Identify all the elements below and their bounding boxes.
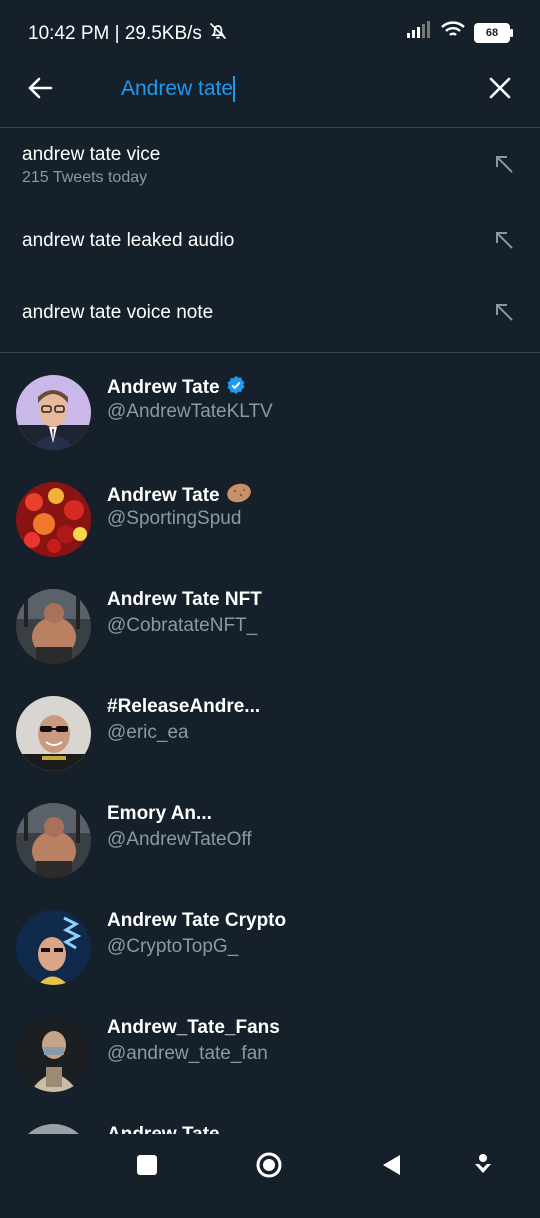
circle-home-icon [255, 1151, 283, 1184]
user-name-text: Andrew Tate NFT [107, 589, 262, 610]
arrow-left-icon [27, 76, 53, 105]
suggestions-divider [0, 352, 540, 353]
recents-button[interactable] [132, 1152, 162, 1182]
user-name: Andrew Tate Crypto [107, 910, 286, 932]
user-result-row[interactable]: Andrew Tate NFT @CobratateNFT_ [0, 576, 540, 683]
user-name: Emory An... [107, 803, 212, 825]
search-input[interactable] [121, 72, 461, 106]
avatar[interactable] [16, 1017, 91, 1092]
avatar[interactable] [16, 375, 91, 450]
suggestion-label: andrew tate vice [22, 144, 161, 165]
user-handle: @CryptoTopG_ [107, 936, 239, 957]
user-result-row[interactable]: Andrew Tate @SportingSpud [0, 469, 540, 576]
suggestion-item[interactable]: andrew tate vice 215 Tweets today [0, 130, 540, 202]
triangle-back-icon [380, 1153, 402, 1182]
back-nav-button[interactable] [376, 1152, 406, 1182]
user-name-text: Andrew Tate Crypto [107, 910, 287, 931]
battery-indicator: 68 [474, 22, 513, 43]
user-name: Andrew Tate NFT [107, 589, 262, 611]
user-name-text: Emory An... [107, 803, 212, 824]
status-time-speed: 10:42 PM | 29.5KB/s [28, 21, 228, 47]
close-icon [488, 76, 512, 105]
user-name: Andrew_Tate_Fans [107, 1017, 280, 1039]
suggestion-label: andrew tate voice note [22, 302, 214, 323]
bell-muted-icon [208, 21, 228, 47]
user-result-row[interactable]: Emory An... @AndrewTateOff [0, 790, 540, 897]
user-handle: @SportingSpud [107, 508, 242, 529]
avatar[interactable] [16, 910, 91, 985]
download-person-icon [472, 1153, 494, 1182]
avatar[interactable] [16, 803, 91, 878]
user-name-text: Andrew_Tate_Fans [107, 1017, 280, 1038]
avatar[interactable] [16, 482, 91, 557]
user-name: Andrew Tate [107, 482, 252, 510]
user-handle: @CobratateNFT_ [107, 615, 258, 636]
square-icon [136, 1154, 158, 1181]
suggestion-item[interactable]: andrew tate leaked audio [0, 204, 540, 276]
wifi-icon [440, 20, 466, 45]
status-time-text: 10:42 PM | 29.5KB/s [28, 23, 202, 44]
search-header [0, 64, 540, 127]
text-caret [233, 76, 235, 102]
fill-query-arrow-icon[interactable] [494, 302, 516, 324]
home-button[interactable] [254, 1152, 284, 1182]
user-result-row[interactable]: Andrew Tate Crypto @CryptoTopG_ [0, 897, 540, 1004]
fill-query-arrow-icon[interactable] [494, 230, 516, 252]
assist-button[interactable] [468, 1152, 498, 1182]
back-button[interactable] [20, 70, 60, 110]
user-handle: @eric_ea [107, 722, 189, 743]
user-result-row[interactable]: #ReleaseAndre... @eric_ea [0, 683, 540, 790]
fill-query-arrow-icon[interactable] [494, 154, 516, 176]
potato-emoji-icon [226, 482, 252, 510]
status-bar: 10:42 PM | 29.5KB/s 68 [0, 0, 540, 64]
status-icons: 68 [406, 20, 513, 45]
signal-icon [406, 21, 432, 44]
verified-badge-icon [226, 375, 246, 401]
suggestion-label: andrew tate leaked audio [22, 230, 235, 251]
suggestion-item[interactable]: andrew tate voice note [0, 276, 540, 348]
user-name-text: Andrew Tate [107, 485, 220, 506]
suggestion-subtext: 215 Tweets today [22, 169, 148, 186]
user-name-text: #ReleaseAndre... [107, 696, 261, 717]
android-nav-bar [0, 1134, 540, 1200]
user-handle: @AndrewTateKLTV [107, 401, 273, 422]
user-result-row[interactable]: Andrew Tate @AndrewTateKLTV [0, 362, 540, 469]
user-name: Andrew Tate [107, 375, 246, 401]
user-result-row[interactable]: Andrew_Tate_Fans @andrew_tate_fan [0, 1004, 540, 1111]
user-name-text: Andrew Tate [107, 377, 220, 398]
user-handle: @AndrewTateOff [107, 829, 252, 850]
user-name: #ReleaseAndre... [107, 696, 260, 718]
user-handle: @andrew_tate_fan [107, 1043, 268, 1064]
avatar[interactable] [16, 696, 91, 771]
avatar[interactable] [16, 589, 91, 664]
header-divider [0, 127, 540, 128]
clear-search-button[interactable] [480, 70, 520, 110]
